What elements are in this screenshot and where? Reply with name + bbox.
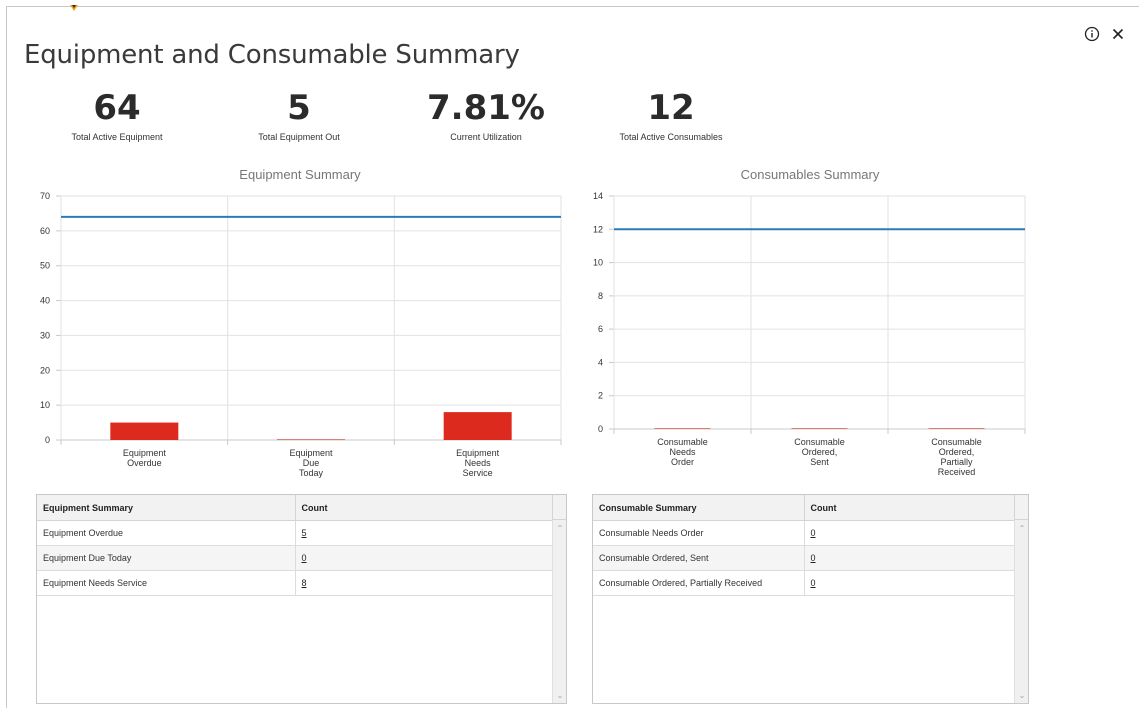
count-link[interactable]: 0 [811, 578, 816, 588]
column-header-count[interactable]: Count [804, 495, 1017, 521]
consumable-summary-grid: Consumable Summary Count Consumable Need… [592, 494, 1029, 704]
consumables-bar [654, 428, 711, 429]
equipment-bar [443, 412, 512, 440]
equipment-y-tick-label: 30 [40, 330, 50, 340]
table-header-row: Consumable Summary Count [593, 495, 1017, 521]
consumable-summary-table: Consumable Summary Count Consumable Need… [593, 495, 1017, 596]
scroll-up-icon[interactable]: ⌃ [1017, 523, 1027, 533]
equipment-category-label: Equipment Overdue [123, 448, 167, 468]
consumables-category-label: Consumable Needs Order [657, 437, 708, 467]
consumables-bar [928, 428, 985, 429]
count-link[interactable]: 5 [302, 528, 307, 538]
equipment-y-tick-label: 70 [40, 191, 50, 201]
count-link[interactable]: 0 [302, 553, 307, 563]
table-row: Consumable Ordered, Sent 0 [593, 545, 1017, 571]
consumables-y-tick-label: 2 [598, 391, 603, 401]
row-count-cell: 0 [295, 545, 555, 571]
equipment-y-tick-label: 20 [40, 365, 50, 375]
equipment-y-tick-label: 60 [40, 226, 50, 236]
row-name: Equipment Needs Service [37, 570, 296, 596]
count-link[interactable]: 0 [811, 553, 816, 563]
vertical-scrollbar[interactable]: ⌃ ⌄ [1014, 520, 1028, 703]
equipment-y-tick-label: 40 [40, 296, 50, 306]
scroll-up-icon[interactable]: ⌃ [555, 523, 565, 533]
vertical-scrollbar[interactable]: ⌃ ⌄ [552, 520, 566, 703]
row-count-cell: 0 [804, 520, 1017, 546]
table-row: Equipment Needs Service 8 [37, 570, 555, 596]
equipment-summary-table: Equipment Summary Count Equipment Overdu… [37, 495, 555, 596]
scrollbar-header-cap [1014, 495, 1028, 520]
table-row: Consumable Ordered, Partially Received 0 [593, 570, 1017, 596]
consumables-y-tick-label: 4 [598, 357, 603, 367]
equipment-category-label: Equipment Needs Service [456, 448, 500, 478]
row-name: Consumable Ordered, Sent [593, 545, 805, 571]
column-header-count[interactable]: Count [295, 495, 555, 521]
consumables-chart-title: Consumables Summary [741, 167, 880, 182]
equipment-y-tick-label: 10 [40, 400, 50, 410]
consumables-y-tick-label: 8 [598, 291, 603, 301]
row-count-cell: 0 [804, 570, 1017, 596]
consumables-category-label: Consumable Ordered, Sent [794, 437, 845, 467]
row-name: Equipment Due Today [37, 545, 296, 571]
row-name: Consumable Ordered, Partially Received [593, 570, 805, 596]
equipment-chart-title: Equipment Summary [239, 167, 361, 182]
equipment-bar [277, 439, 345, 440]
equipment-summary-grid: Equipment Summary Count Equipment Overdu… [36, 494, 567, 704]
column-header-consumable-summary[interactable]: Consumable Summary [593, 495, 805, 521]
count-link[interactable]: 8 [302, 578, 307, 588]
equipment-bar [110, 422, 179, 440]
equipment-y-tick-label: 0 [45, 435, 50, 445]
table-row: Consumable Needs Order 0 [593, 520, 1017, 546]
row-count-cell: 8 [295, 570, 555, 596]
count-link[interactable]: 0 [811, 528, 816, 538]
table-header-row: Equipment Summary Count [37, 495, 555, 521]
consumables-y-tick-label: 6 [598, 324, 603, 334]
table-row: Equipment Due Today 0 [37, 545, 555, 571]
column-header-equipment-summary[interactable]: Equipment Summary [37, 495, 296, 521]
row-count-cell: 5 [295, 520, 555, 546]
consumables-category-label: Consumable Ordered, Partially Received [931, 437, 982, 477]
scrollbar-header-cap [552, 495, 566, 520]
scroll-down-icon[interactable]: ⌄ [1017, 690, 1027, 700]
consumables-y-tick-label: 0 [598, 424, 603, 434]
table-row: Equipment Overdue 5 [37, 520, 555, 546]
row-count-cell: 0 [804, 545, 1017, 571]
consumables-y-tick-label: 14 [593, 191, 603, 201]
row-name: Equipment Overdue [37, 520, 296, 546]
scroll-down-icon[interactable]: ⌄ [555, 690, 565, 700]
consumables-y-tick-label: 12 [593, 224, 603, 234]
row-name: Consumable Needs Order [593, 520, 805, 546]
consumables-bar [791, 428, 848, 429]
equipment-category-label: Equipment Due Today [289, 448, 333, 478]
charts-canvas: Equipment Summary010203040506070Equipmen… [40, 167, 1026, 478]
equipment-y-tick-label: 50 [40, 261, 50, 271]
consumables-y-tick-label: 10 [593, 258, 603, 268]
